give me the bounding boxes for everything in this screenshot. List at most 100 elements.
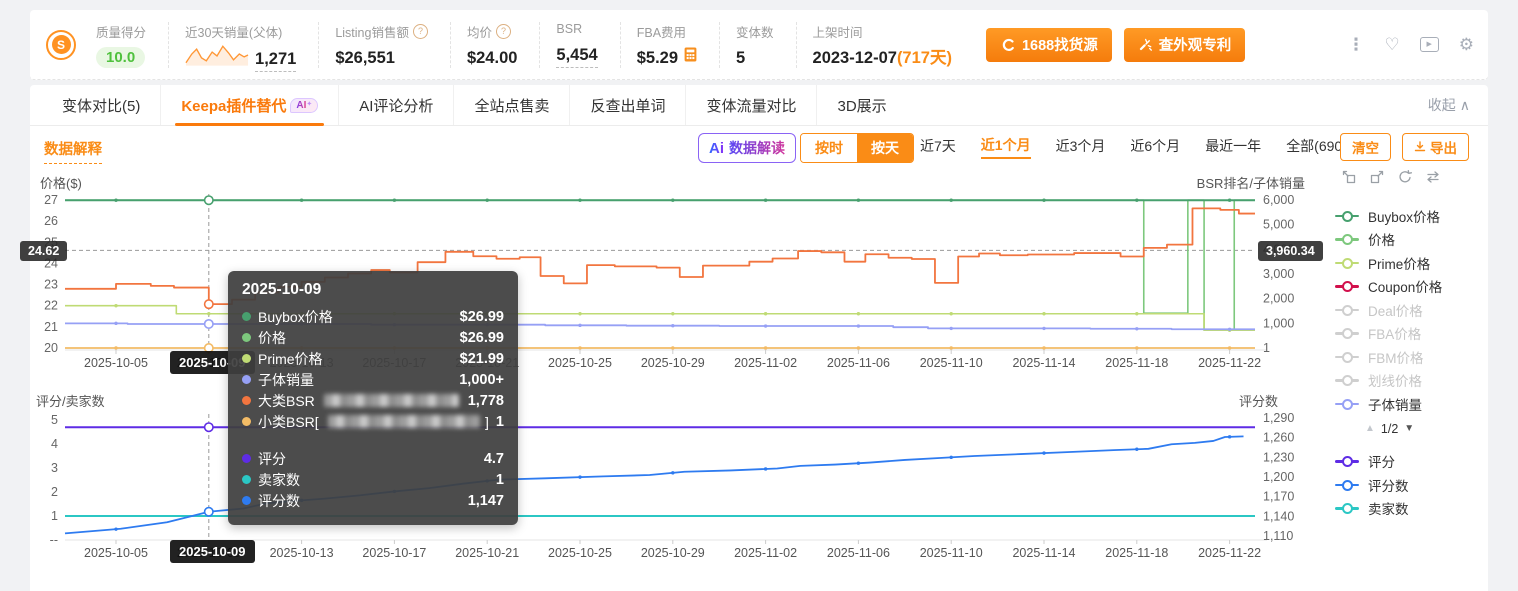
svg-text:1,290: 1,290 xyxy=(1263,411,1294,425)
legend-ring-icon xyxy=(1342,258,1353,269)
legend-item-子体销量[interactable]: 子体销量 xyxy=(1335,392,1485,416)
product-summary-bar: S 质量得分10.0近30天销量(父体)1,271Listing销售额?$26,… xyxy=(30,10,1488,80)
legend-ring-icon xyxy=(1342,234,1353,245)
svg-text:1,230: 1,230 xyxy=(1263,450,1294,464)
stat-value-suffix: (717天) xyxy=(897,49,952,67)
tab-变体流量对比[interactable]: 变体流量对比 xyxy=(686,85,817,125)
svg-text:2025-11-18: 2025-11-18 xyxy=(1105,546,1168,560)
stat-value: 2023-12-07(717天) xyxy=(813,49,952,67)
export-button[interactable]: 导出 xyxy=(1402,133,1469,161)
stat-label: 变体数 xyxy=(736,22,774,41)
tab-label: 反查出单词 xyxy=(590,95,665,116)
range-近7天[interactable]: 近7天 xyxy=(920,136,956,158)
stat-label-text: 变体数 xyxy=(736,22,774,41)
stat-value: 5 xyxy=(736,49,745,67)
legend-item-评分[interactable]: 评分 xyxy=(1335,450,1485,474)
granularity-按天[interactable]: 按天 xyxy=(857,134,913,162)
stat-value-row: 5,454 xyxy=(556,46,597,67)
stat-label: 均价? xyxy=(467,22,517,41)
range-近6个月[interactable]: 近6个月 xyxy=(1130,136,1180,158)
export-label: 导出 xyxy=(1430,137,1457,157)
legend-label: Buybox价格 xyxy=(1368,206,1440,226)
svg-text:3,000: 3,000 xyxy=(1263,267,1294,281)
tab-label: 全站点售卖 xyxy=(474,95,549,116)
svg-text:2025-10-25: 2025-10-25 xyxy=(548,356,612,370)
tooltip-row-卖家数: 卖家数1 xyxy=(242,469,504,490)
svg-text:6,000: 6,000 xyxy=(1263,193,1294,207)
stat-label-text: 近30天销量(父体) xyxy=(185,22,282,41)
svg-text:2,000: 2,000 xyxy=(1263,292,1294,306)
legend-item-评分数[interactable]: 评分数 xyxy=(1335,473,1485,497)
box-zoom-back-icon[interactable] xyxy=(1369,169,1385,190)
legend-item-FBA价格[interactable]: FBA价格 xyxy=(1335,322,1485,346)
legend-line-icon xyxy=(1335,507,1359,510)
1688-icon xyxy=(1000,37,1016,53)
range-最近一年[interactable]: 最近一年 xyxy=(1205,136,1261,158)
tab-label: 变体流量对比 xyxy=(706,95,796,116)
legend-item-Coupon价格[interactable]: Coupon价格 xyxy=(1335,275,1485,299)
tab-3D展示[interactable]: 3D展示 xyxy=(817,85,906,125)
svg-text:3: 3 xyxy=(51,461,58,475)
more-icon[interactable]: ⋮ xyxy=(1348,36,1365,53)
find-supplier-1688-button[interactable]: 1688找货源 xyxy=(986,28,1112,62)
legend-line-icon xyxy=(1335,356,1359,359)
stat-5: FBA费用$5.29 xyxy=(620,22,719,68)
video-icon[interactable]: ▶ xyxy=(1420,37,1439,52)
stat-label: 上架时间 xyxy=(813,22,952,41)
quality-score-badge: 10.0 xyxy=(96,47,145,68)
button-label: 查外观专利 xyxy=(1159,34,1232,55)
ai-interpret-button[interactable]: Ai 数据解读 xyxy=(698,133,796,163)
legend-item-Deal价格[interactable]: Deal价格 xyxy=(1335,298,1485,322)
clear-button[interactable]: 清空 xyxy=(1340,133,1391,161)
tab-Keepa插件替代[interactable]: Keepa插件替代AI✦ xyxy=(161,85,339,125)
compare-swap-icon[interactable] xyxy=(1425,169,1441,190)
info-icon[interactable]: ? xyxy=(496,24,511,39)
info-icon[interactable]: ? xyxy=(413,24,428,39)
tab-全站点售卖[interactable]: 全站点售卖 xyxy=(454,85,570,125)
tooltip-value: 1,147 xyxy=(468,493,504,509)
page-up-icon[interactable]: ▲ xyxy=(1365,423,1375,434)
range-近3个月[interactable]: 近3个月 xyxy=(1056,136,1106,158)
collapse-button[interactable]: 收起 ∧ xyxy=(1428,85,1470,125)
page-down-icon[interactable]: ▼ xyxy=(1404,423,1414,434)
box-zoom-icon[interactable] xyxy=(1341,169,1357,190)
granularity-toggle: 按时按天 xyxy=(800,133,914,163)
legend-item-划线价格[interactable]: 划线价格 xyxy=(1335,369,1485,393)
fee-calculator-icon[interactable] xyxy=(684,47,697,62)
legend-item-价格[interactable]: 价格 xyxy=(1335,228,1485,252)
legend-line-icon xyxy=(1335,309,1359,312)
seller-sprite-logo: S xyxy=(46,30,76,60)
tab-变体对比(5)[interactable]: 变体对比(5) xyxy=(42,85,161,125)
reset-icon[interactable] xyxy=(1397,169,1413,190)
keepa-panel: 变体对比(5)Keepa插件替代AI✦AI评论分析全站点售卖 反查出单词 变体流量对… xyxy=(30,85,1488,591)
tab-bar: 变体对比(5)Keepa插件替代AI✦AI评论分析全站点售卖 反查出单词 变体流量对… xyxy=(30,85,1488,126)
svg-text:27: 27 xyxy=(44,193,58,207)
tab-AI评论分析[interactable]: AI评论分析 xyxy=(339,85,454,125)
rating-legend-list: 评分评分数卖家数 xyxy=(1335,450,1485,521)
legend-item-Buybox价格[interactable]: Buybox价格 xyxy=(1335,204,1485,228)
legend-item-Prime价格[interactable]: Prime价格 xyxy=(1335,251,1485,275)
legend-label: 价格 xyxy=(1368,229,1395,249)
range-近1个月[interactable]: 近1个月 xyxy=(981,135,1031,159)
legend-label: 评分 xyxy=(1368,451,1395,471)
stat-value: 5,454 xyxy=(556,46,597,67)
check-design-patent-button[interactable]: 查外观专利 xyxy=(1124,28,1246,62)
granularity-按时[interactable]: 按时 xyxy=(801,134,857,162)
heart-icon[interactable]: ♡ xyxy=(1385,36,1400,53)
gear-icon[interactable]: ⚙ xyxy=(1459,36,1474,53)
svg-text:2025-11-22: 2025-11-22 xyxy=(1198,546,1261,560)
tooltip-row-子体销量: 子体销量1,000+ xyxy=(242,369,504,390)
legend-item-FBM价格[interactable]: FBM价格 xyxy=(1335,345,1485,369)
legend-label: FBA价格 xyxy=(1368,323,1421,343)
tab-label: Keepa插件替代 xyxy=(181,95,286,116)
stat-value-row: $26,551 xyxy=(335,49,428,67)
data-explain-link[interactable]: 数据解释 xyxy=(44,138,102,164)
stat-label-text: 上架时间 xyxy=(813,22,863,41)
crosshair-date-label-rating-chart: 2025-10-09 xyxy=(170,540,255,563)
tab-反查出单词[interactable]: 反查出单词 xyxy=(570,85,686,125)
page-indicator: 1/2 xyxy=(1381,422,1398,436)
calc-icon-wrap xyxy=(684,47,697,67)
legend-ring-icon xyxy=(1342,503,1353,514)
patent-icon xyxy=(1138,37,1153,52)
legend-item-卖家数[interactable]: 卖家数 xyxy=(1335,497,1485,521)
